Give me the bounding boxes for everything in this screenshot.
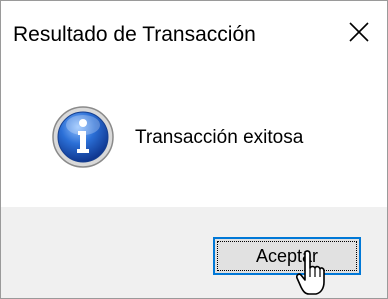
info-icon	[52, 106, 114, 168]
dialog-window: Resultado de Transacción Transacción exi…	[0, 0, 388, 299]
message-text: Transacción exitosa	[135, 127, 304, 148]
close-icon	[349, 22, 369, 42]
accept-button[interactable]: Aceptar	[213, 237, 361, 275]
dialog-content: Transacción exitosa	[1, 63, 387, 207]
dialog-footer: Aceptar	[1, 207, 387, 298]
close-button[interactable]	[331, 1, 387, 63]
title-bar: Resultado de Transacción	[1, 1, 387, 63]
mouse-cursor-icon	[296, 250, 325, 295]
window-title: Resultado de Transacción	[13, 23, 256, 46]
